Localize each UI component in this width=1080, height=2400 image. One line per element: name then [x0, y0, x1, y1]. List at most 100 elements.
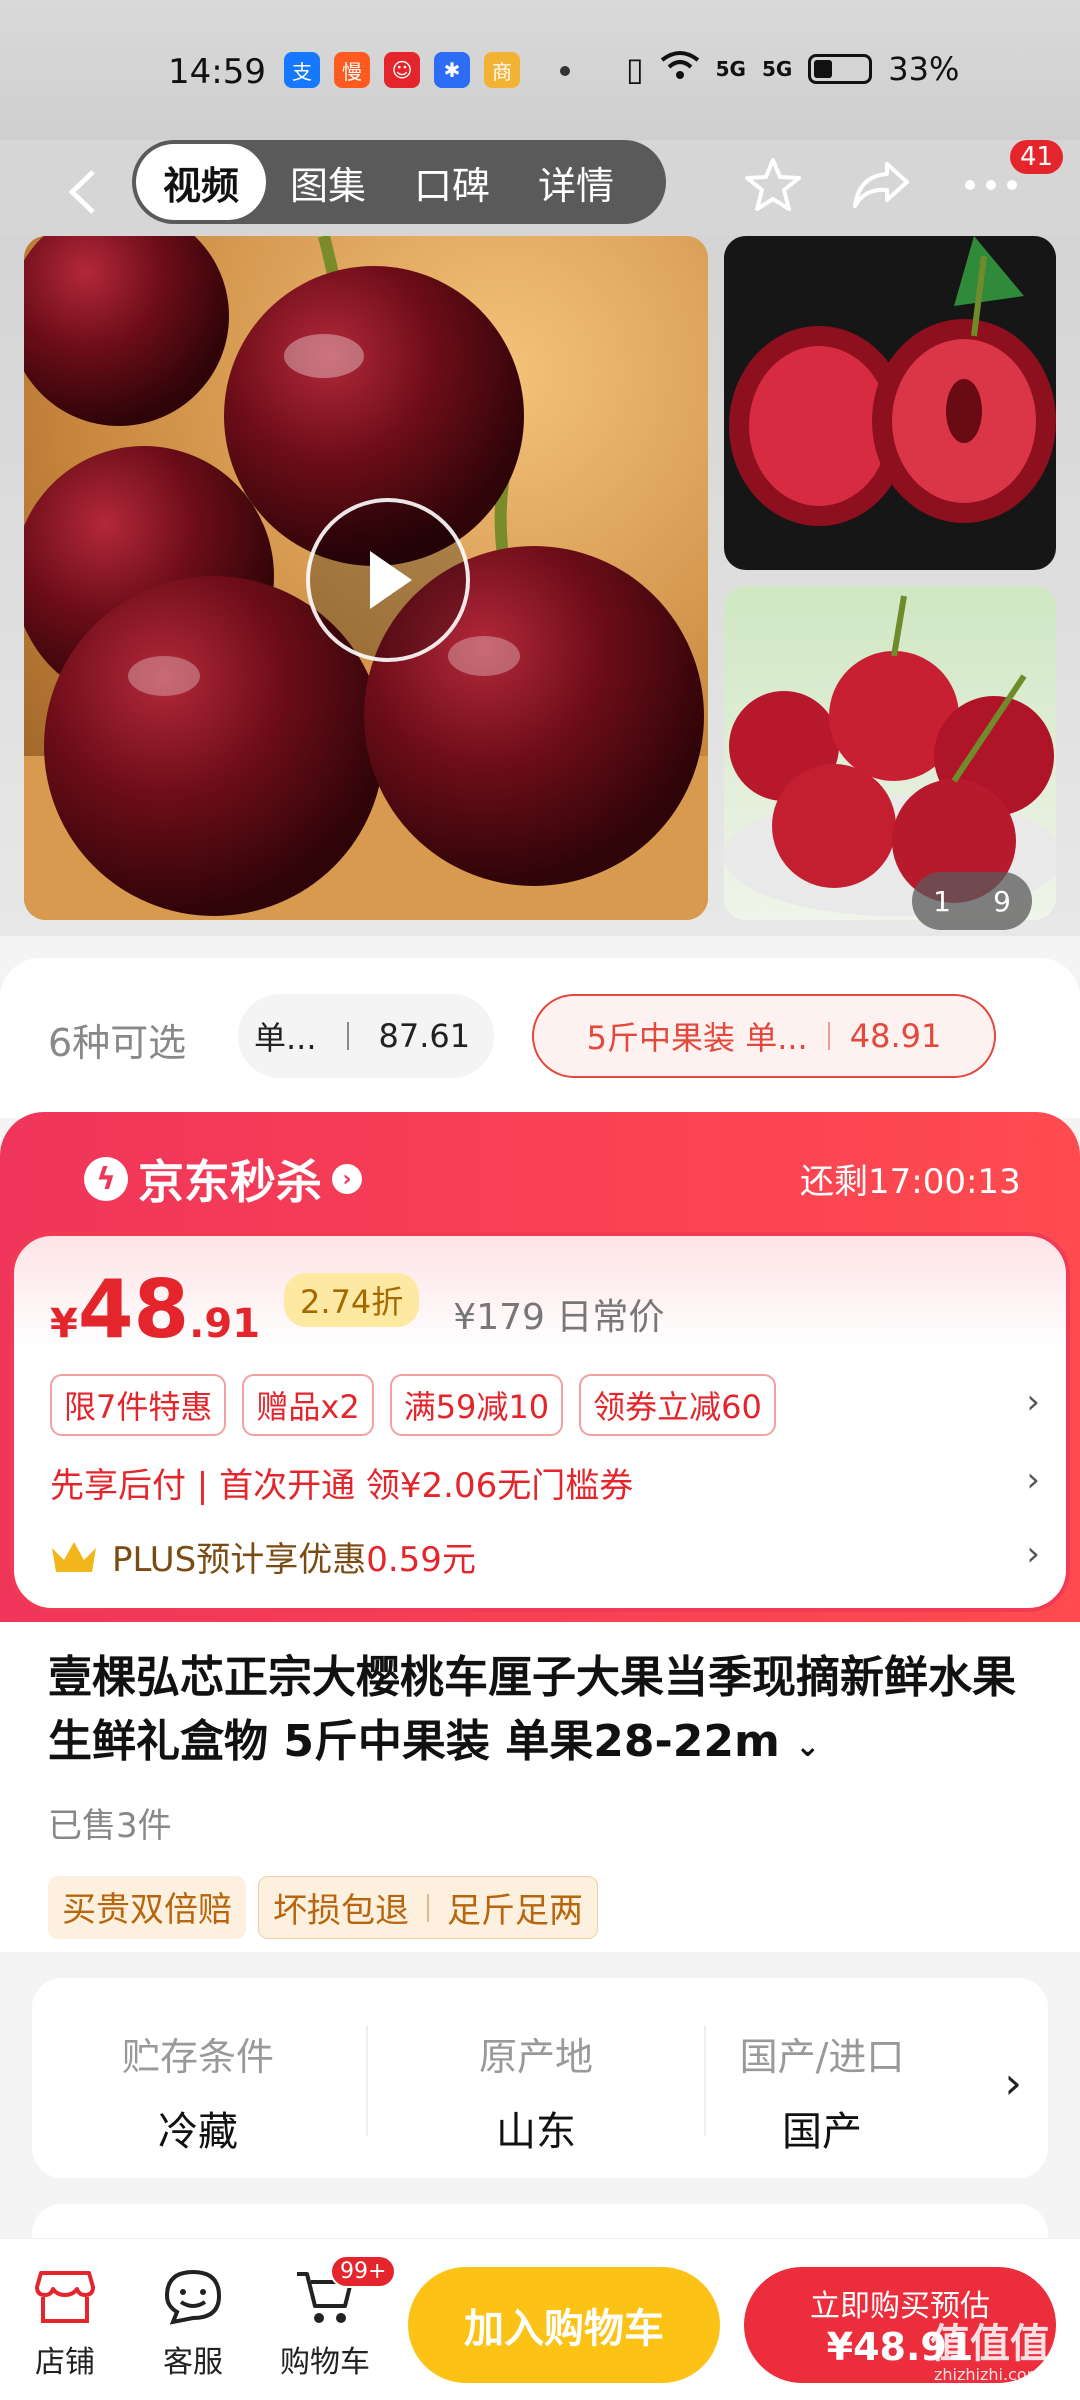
watermark-logo: 值值值: [930, 2321, 1050, 2367]
tab-video[interactable]: 视频: [136, 144, 266, 220]
variant-name: 5斤中果装 单...: [586, 1019, 808, 1057]
vibrate-icon: ▯: [626, 50, 644, 88]
add-to-cart-button[interactable]: 加入购物车: [408, 2267, 720, 2383]
promo-tag: 限7件特惠: [50, 1374, 227, 1436]
notification-dot-icon: [560, 66, 570, 76]
top-nav: 视频 图集 口碑 详情 41: [0, 140, 1080, 240]
variant-name: 单...: [254, 1019, 317, 1057]
realme-icon: 商: [484, 52, 520, 88]
gallery-counter: 1 9: [912, 872, 1032, 930]
cherry-halves-image: [729, 236, 1056, 526]
plus-text: PLUS预计享优惠: [112, 1540, 367, 1580]
divider: [346, 1022, 349, 1050]
pay-later-offer[interactable]: 先享后付 | 首次开通 领¥2.06无门槛券: [50, 1458, 633, 1507]
more-icon: [965, 180, 1017, 190]
variant-option[interactable]: 单... 87.61: [238, 994, 494, 1078]
status-time: 14:59: [168, 52, 266, 92]
product-gallery: 1 9: [0, 236, 1080, 936]
play-video-button[interactable]: [306, 498, 470, 662]
signal-icon: 5G: [761, 57, 793, 81]
product-title[interactable]: 壹棵弘芯正宗大樱桃车厘子大果当季现摘新鲜水果生鲜礼盒物 5斤中果装 单果28-2…: [48, 1646, 1028, 1779]
baidu-icon: ✱: [434, 52, 470, 88]
chevron-right-icon: ›: [332, 1164, 362, 1194]
price-integer: 48: [77, 1263, 190, 1356]
spec-label: 贮存条件: [121, 2035, 274, 2079]
spec-origin: 原产地 山东: [386, 2026, 686, 2157]
share-button[interactable]: [846, 150, 916, 220]
spec-domestic-import: 国产/进口 国产: [722, 2026, 922, 2157]
promo-tag: 领券立减60: [579, 1374, 776, 1436]
divider: [827, 1022, 830, 1050]
tab-gallery[interactable]: 图集: [266, 144, 390, 220]
service-label: 客服: [163, 2345, 223, 2380]
cart-button[interactable]: 99+ 购物车: [270, 2255, 397, 2381]
app-icon: 慢: [334, 52, 370, 88]
chevron-right-icon[interactable]: ›: [1026, 1460, 1040, 1500]
chevron-right-icon[interactable]: ›: [1004, 2058, 1022, 2109]
lightning-icon: ϟ: [84, 1157, 128, 1201]
specs-card[interactable]: 贮存条件 冷藏 原产地 山东 国产/进口 国产 ›: [32, 1978, 1048, 2178]
cherry-bowl-image: [724, 595, 1056, 916]
cart-count-badge: 99+: [330, 2255, 397, 2288]
main-product-video[interactable]: [24, 236, 708, 920]
guarantee-tag: 买贵双倍赔: [48, 1876, 246, 1939]
gallery-total: 9: [993, 884, 1011, 918]
discount-badge: 2.74折: [284, 1273, 420, 1327]
variant-price: 87.61: [378, 1017, 471, 1055]
chevron-right-icon[interactable]: ›: [1026, 1534, 1040, 1574]
sold-count: 已售3件: [48, 1806, 172, 1846]
gallery-thumbnail[interactable]: [724, 236, 1056, 570]
plus-offer[interactable]: PLUS预计享优惠0.59元: [50, 1532, 476, 1581]
spec-storage: 贮存条件 冷藏: [48, 2026, 348, 2157]
guarantee-tags[interactable]: 买贵双倍赔 坏损包退 足斤足两: [48, 1876, 598, 1939]
chevron-right-icon[interactable]: ›: [1026, 1382, 1040, 1422]
variant-count: 6种可选: [48, 1021, 187, 1065]
signal-icon: 5G: [715, 57, 746, 81]
status-indicators: ▯ 5G 5G 33%: [626, 50, 959, 88]
alipay-icon: 支: [284, 52, 320, 88]
spec-value: 国产: [782, 2109, 862, 2155]
wifi-icon: [660, 50, 700, 88]
gallery-thumbnail[interactable]: [724, 586, 1056, 920]
variant-selector: 6种可选 单... 87.61 5斤中果装 单... 48.91: [0, 958, 1080, 1118]
chat-icon: [161, 2265, 225, 2329]
guarantee-tag: 坏损包退: [273, 1891, 409, 1931]
product-title-text: 壹棵弘芯正宗大樱桃车厘子大果当季现摘新鲜水果生鲜礼盒物 5斤中果装 单果28-2…: [48, 1652, 1016, 1767]
variant-option-selected[interactable]: 5斤中果装 单... 48.91: [532, 994, 996, 1078]
promo-tag: 赠品x2: [242, 1374, 374, 1436]
guarantee-tag: 足斤足两: [447, 1891, 583, 1931]
app-icon: ☺: [384, 52, 420, 88]
divider: [704, 2026, 706, 2136]
price-row: ¥ 48 .91 2.74折 ¥179 日常价: [50, 1270, 664, 1351]
back-button[interactable]: [52, 162, 112, 222]
spec-label: 国产/进口: [739, 2035, 905, 2079]
spec-value: 冷藏: [158, 2109, 238, 2155]
status-app-icons: 支 慢 ☺ ✱ 商: [284, 52, 520, 88]
variant-price: 48.91: [849, 1017, 942, 1055]
chevron-down-icon: ⌄: [795, 1729, 821, 1764]
promo-tags[interactable]: 限7件特惠 赠品x2 满59减10 领券立减60: [50, 1374, 776, 1436]
tab-reviews[interactable]: 口碑: [390, 144, 514, 220]
bottom-action-bar: 店铺 客服 99+ 购物车 加入购物车 立即购买预估 ¥48.91 值值值 zh…: [0, 2238, 1080, 2400]
gallery-current: 1: [933, 884, 951, 918]
battery-icon: [808, 54, 873, 84]
store-button[interactable]: 店铺: [10, 2265, 120, 2381]
spec-label: 原产地: [478, 2035, 593, 2079]
customer-service-button[interactable]: 客服: [138, 2265, 248, 2381]
status-bar: 14:59 支 慢 ☺ ✱ 商 ▯ 5G 5G 33%: [0, 0, 1080, 140]
original-price: ¥179 日常价: [453, 1297, 665, 1338]
tab-details[interactable]: 详情: [514, 144, 638, 220]
promo-tag: 满59减10: [389, 1374, 564, 1436]
play-icon: [370, 551, 412, 609]
guarantee-group: 坏损包退 足斤足两: [258, 1876, 598, 1939]
flash-sale-title[interactable]: ϟ 京东秒杀 ›: [84, 1146, 362, 1212]
media-tabs: 视频 图集 口碑 详情: [132, 140, 666, 224]
favorite-button[interactable]: [738, 150, 808, 220]
share-icon: [853, 162, 909, 208]
spec-value: 山东: [496, 2109, 576, 2155]
countdown-timer: 还剩17:00:13: [800, 1162, 1021, 1202]
watermark-url: zhizhizhi.com: [934, 2365, 1043, 2384]
message-badge: 41: [1010, 140, 1064, 174]
battery-percent: 33%: [888, 50, 960, 88]
crown-icon: [52, 1541, 96, 1572]
